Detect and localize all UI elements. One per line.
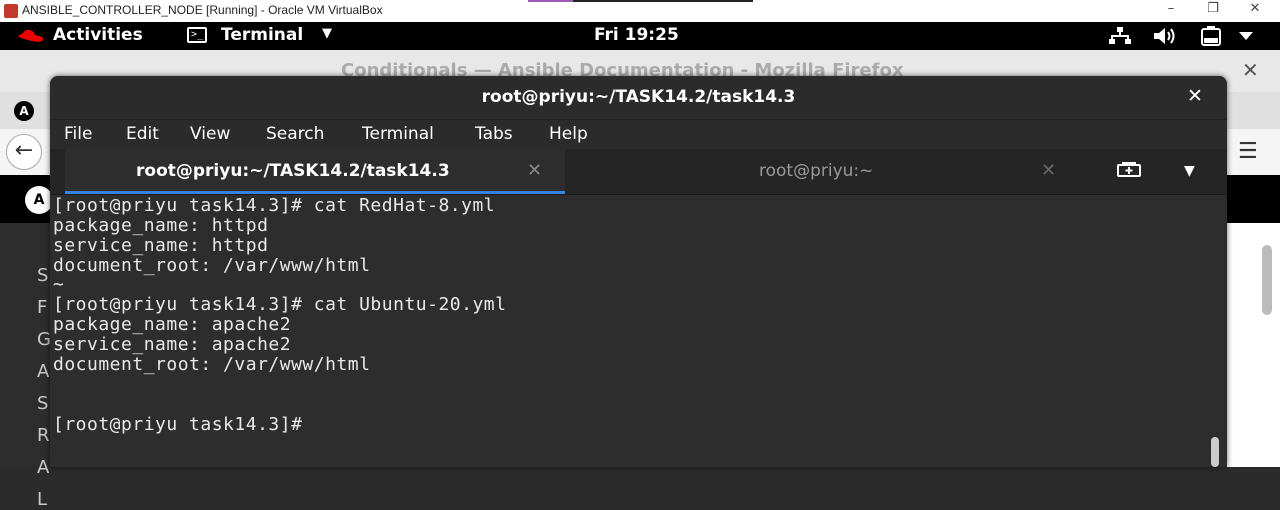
hamburger-menu-icon[interactable]: ☰ xyxy=(1238,139,1258,164)
battery-icon[interactable] xyxy=(1200,26,1222,46)
terminal-close-button[interactable]: ✕ xyxy=(1187,85,1203,107)
firefox-scrollbar[interactable] xyxy=(1262,245,1272,315)
virtualbox-window-title: ANSIBLE_CONTROLLER_NODE [Running] - Orac… xyxy=(22,3,383,17)
terminal-scrollbar-track[interactable] xyxy=(1210,195,1227,467)
menu-help[interactable]: Help xyxy=(549,124,588,144)
sidebar-item[interactable]: L xyxy=(37,489,47,510)
sidebar-item[interactable]: A xyxy=(37,361,49,382)
close-button[interactable]: ✕ xyxy=(1240,1,1270,16)
volume-icon[interactable] xyxy=(1153,27,1177,45)
terminal-menubar: File Edit View Search Terminal Tabs Help xyxy=(50,119,1227,150)
tab-root-home[interactable]: root@priyu:~ ✕ xyxy=(565,149,1065,194)
virtualbox-titlebar: ANSIBLE_CONTROLLER_NODE [Running] - Orac… xyxy=(0,0,1280,22)
menu-search[interactable]: Search xyxy=(266,124,324,144)
tab-close-icon[interactable]: ✕ xyxy=(1041,160,1056,181)
terminal-line: service_name: apache2 xyxy=(53,334,292,355)
tab-label: root@priyu:~ xyxy=(759,161,874,181)
activities-button[interactable]: Activities xyxy=(53,25,143,45)
terminal-scrollbar-thumb[interactable] xyxy=(1211,437,1219,467)
ansible-favicon-icon[interactable]: A xyxy=(14,101,34,121)
chevron-down-icon[interactable]: ▼ xyxy=(322,26,332,41)
menu-edit[interactable]: Edit xyxy=(126,124,159,144)
terminal-line: document_root: /var/www/html xyxy=(53,255,371,276)
firefox-close-button[interactable]: ✕ xyxy=(1242,58,1259,82)
ansible-logo-icon[interactable]: A xyxy=(25,186,53,214)
terminal-line: [root@priyu task14.3]# cat Ubuntu-20.yml xyxy=(53,294,507,315)
tab-close-icon[interactable]: ✕ xyxy=(527,160,542,181)
redhat-icon xyxy=(18,29,44,42)
menu-terminal[interactable]: Terminal xyxy=(362,124,434,144)
titlebar-accent xyxy=(573,0,753,2)
terminal-window: root@priyu:~/TASK14.2/task14.3 ✕ File Ed… xyxy=(50,76,1227,467)
virtualbox-icon xyxy=(4,4,18,18)
terminal-line: package_name: httpd xyxy=(53,215,269,236)
menu-view[interactable]: View xyxy=(190,124,230,144)
terminal-line: package_name: apache2 xyxy=(53,314,292,335)
docs-sidebar: S F G A S R A L xyxy=(0,223,51,510)
titlebar-accent xyxy=(528,0,573,2)
sidebar-item[interactable]: G xyxy=(37,329,51,350)
terminal-prompt: [root@priyu task14.3]# xyxy=(53,414,303,435)
terminal-tabbar: root@priyu:~/TASK14.2/task14.3 ✕ root@pr… xyxy=(50,149,1227,195)
new-tab-icon[interactable] xyxy=(1116,160,1142,180)
terminal-line: service_name: httpd xyxy=(53,235,269,256)
menu-tabs[interactable]: Tabs xyxy=(475,124,513,144)
system-menu-icon[interactable] xyxy=(1239,32,1253,40)
terminal-line: ~ xyxy=(53,274,65,295)
terminal-app-icon: >_ xyxy=(187,27,207,43)
sidebar-item[interactable]: S xyxy=(37,393,48,414)
tabs-menu-icon[interactable]: ▼ xyxy=(1184,163,1195,179)
terminal-line: document_root: /var/www/html xyxy=(53,354,371,375)
minimize-button[interactable]: – xyxy=(1156,1,1186,16)
terminal-output[interactable]: [root@priyu task14.3]# cat RedHat-8.yml … xyxy=(50,195,1210,467)
sidebar-item[interactable]: R xyxy=(37,425,50,446)
terminal-titlebar[interactable]: root@priyu:~/TASK14.2/task14.3 ✕ xyxy=(50,76,1227,119)
terminal-window-title: root@priyu:~/TASK14.2/task14.3 xyxy=(481,87,796,107)
app-menu-button[interactable]: Terminal xyxy=(221,25,303,45)
gnome-top-bar: Activities >_ Terminal ▼ Fri 19:25 xyxy=(0,22,1280,50)
sidebar-item[interactable]: F xyxy=(37,297,47,318)
back-button[interactable]: ← xyxy=(6,134,42,170)
sidebar-item[interactable]: S xyxy=(37,265,48,286)
tab-task14-3[interactable]: root@priyu:~/TASK14.2/task14.3 ✕ xyxy=(65,149,565,194)
network-icon[interactable] xyxy=(1108,27,1132,45)
terminal-line: [root@priyu task14.3]# cat RedHat-8.yml xyxy=(53,195,496,216)
sidebar-item[interactable]: A xyxy=(37,457,49,478)
restore-button[interactable]: ❐ xyxy=(1198,1,1228,16)
menu-file[interactable]: File xyxy=(64,124,92,144)
clock[interactable]: Fri 19:25 xyxy=(594,25,679,45)
tab-label: root@priyu:~/TASK14.2/task14.3 xyxy=(136,161,450,181)
